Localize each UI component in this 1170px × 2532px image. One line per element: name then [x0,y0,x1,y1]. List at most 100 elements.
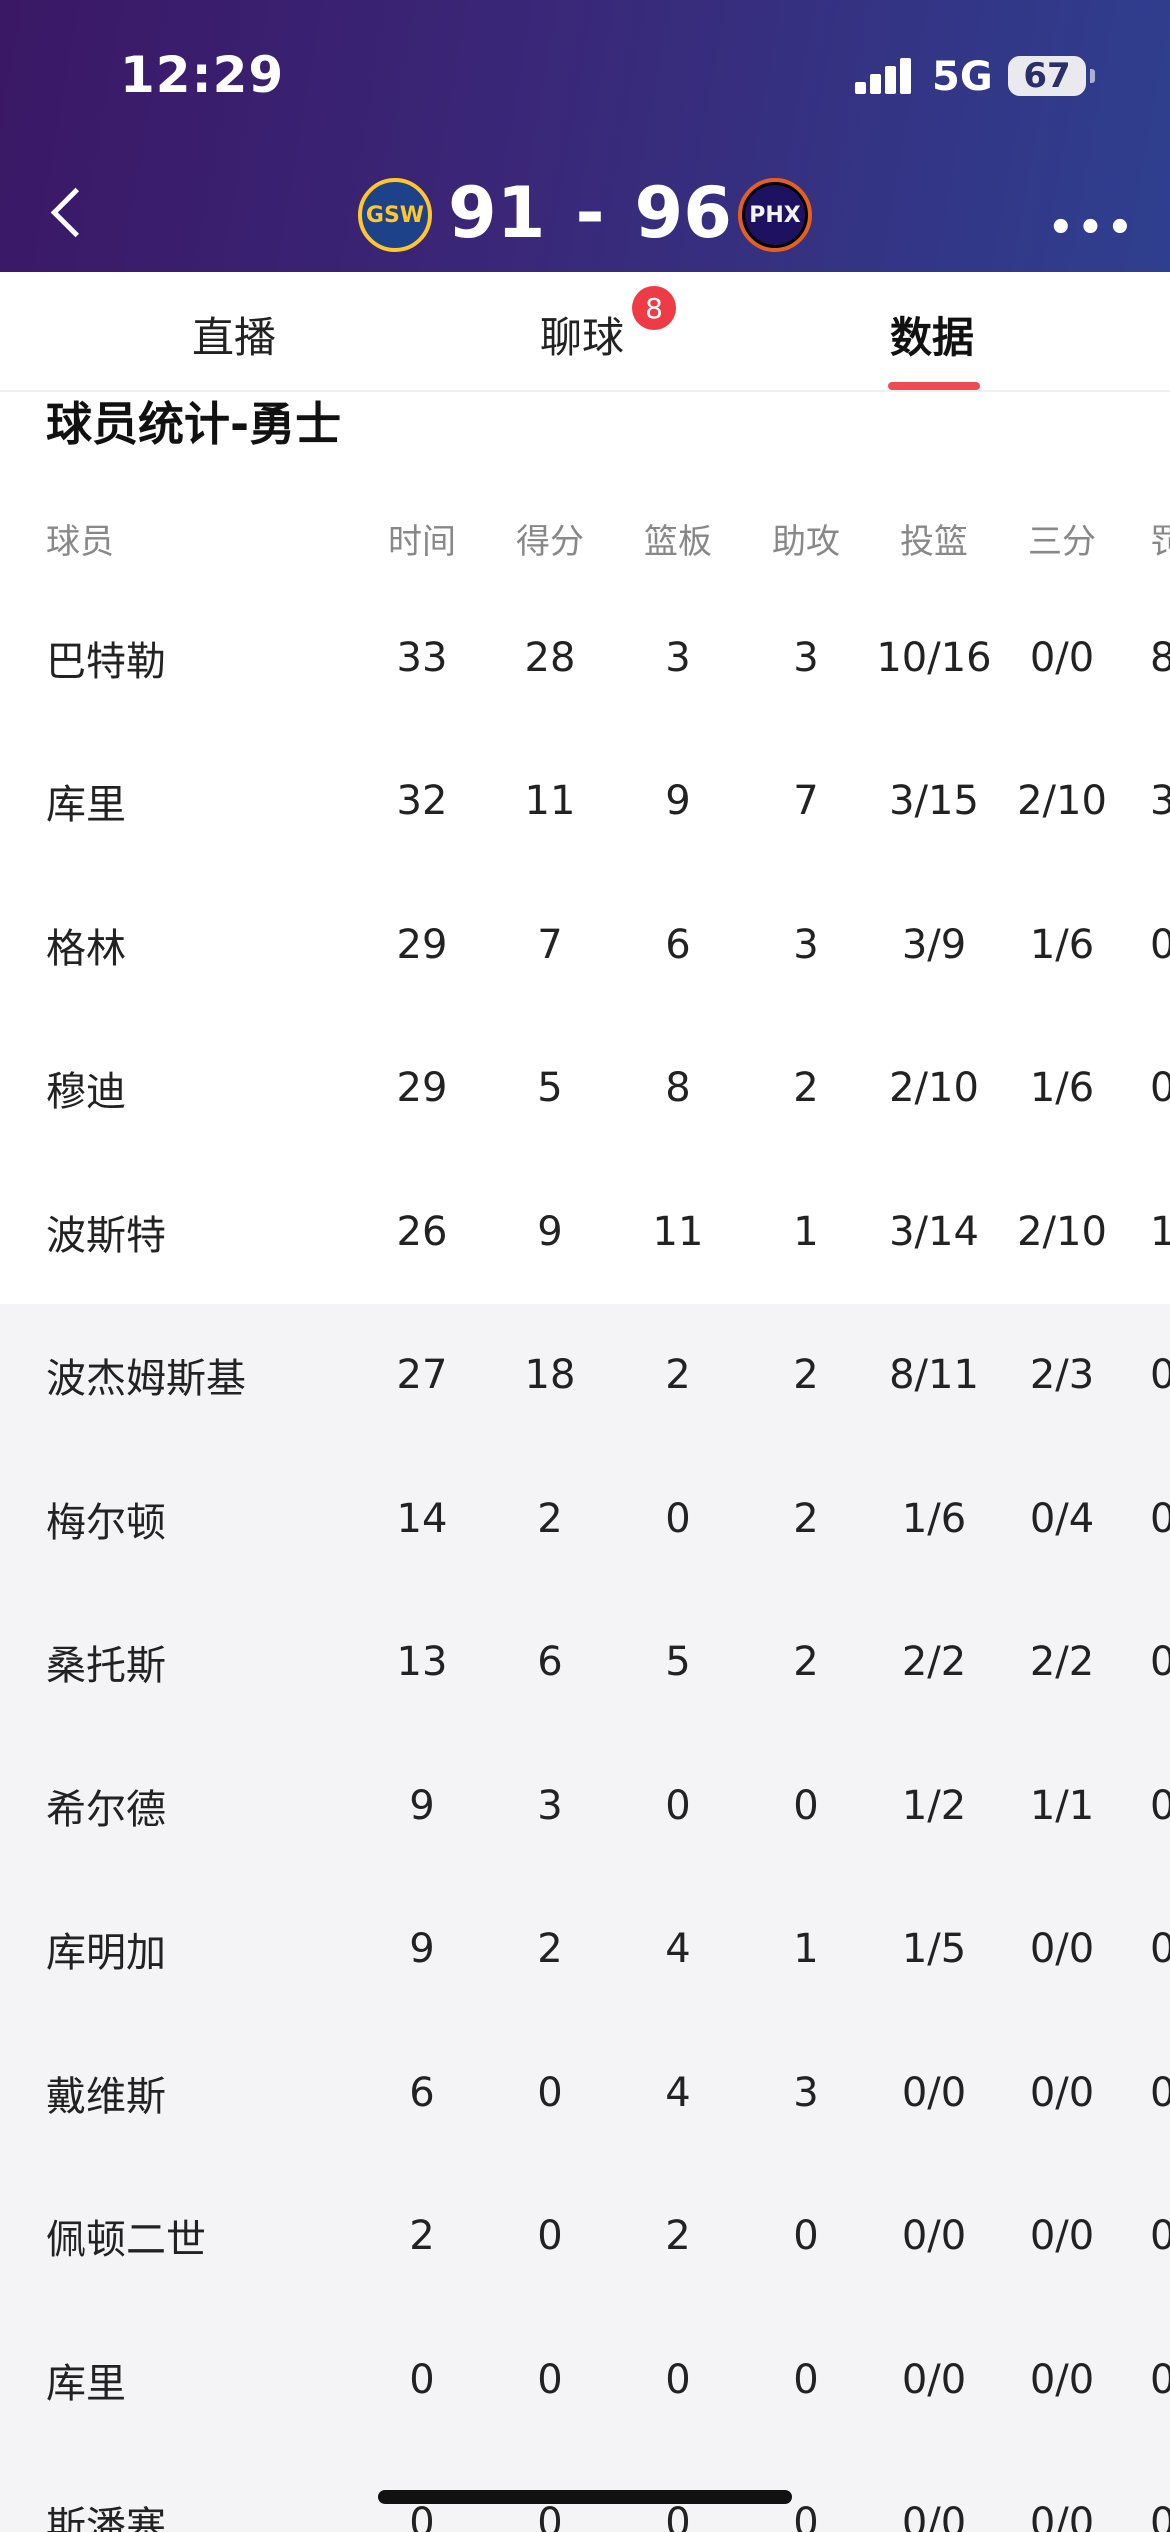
stat-cell: 1/2 [901,1782,967,1829]
stat-cell: 1/6 [1029,1065,1095,1112]
player-name[interactable]: 波斯特 [46,1160,166,1304]
tab-bar: 直播 聊球 数据 [0,272,1170,392]
header-ft: 罚 [1150,521,1170,562]
stat-cell: 0 [665,2356,691,2403]
table-row[interactable]: 格林 29 7 6 3 3/9 1/6 0 [0,873,1170,1017]
stat-cell: 7 [793,778,819,825]
player-name[interactable]: 希尔德 [46,1734,166,1878]
table-row[interactable]: 希尔德 9 3 0 0 1/2 1/1 0 [0,1734,1170,1878]
stat-cell: 2/10 [1017,1208,1107,1255]
stat-cell: 32 [396,778,448,825]
stat-cell: 9 [665,778,691,825]
stat-cell: 14 [396,1495,448,1542]
stat-cell: 3 [665,634,691,681]
stat-cell: 0 [665,1495,691,1542]
player-name[interactable]: 戴维斯 [46,2021,166,2165]
stat-cell: 1 [1150,1208,1170,1255]
table-row[interactable]: 库里 32 11 9 7 3/15 2/10 3 [0,730,1170,874]
table-row[interactable]: 梅尔顿 14 2 0 2 1/6 0/4 0 [0,1447,1170,1591]
stat-cell: 2/3 [1029,1352,1095,1399]
stat-cell: 0 [1150,2356,1170,2403]
player-name[interactable]: 穆迪 [46,1017,126,1161]
stat-cell: 3/14 [889,1208,979,1255]
stat-cell: 5 [537,1065,563,1112]
stat-cell: 2/10 [1017,778,1107,825]
player-name[interactable]: 波杰姆斯基 [46,1304,246,1448]
stat-cell: 26 [396,1208,448,1255]
table-row[interactable]: 佩顿二世 2 0 2 0 0/0 0/0 0 [0,2164,1170,2309]
table-row[interactable]: 库里 0 0 0 0 0/0 0/0 0 [0,2308,1170,2452]
stat-cell: 0 [793,1782,819,1829]
stat-cell: 5 [665,1639,691,1686]
stat-cell: 0/0 [1029,1926,1095,1973]
stat-cell: 1/5 [901,1926,967,1973]
more-icon[interactable]: ••• [1048,205,1137,251]
stat-cell: 2 [793,1065,819,1112]
home-team-logo[interactable]: GSW [358,178,432,252]
table-row[interactable]: 巴特勒 33 28 3 3 10/16 0/0 8 [0,586,1170,730]
player-name[interactable]: 格林 [46,873,126,1017]
battery-level: 67 [1023,56,1071,96]
stat-cell: 6 [409,2069,435,2116]
stat-cell: 0/0 [901,2213,967,2260]
stat-cell: 18 [524,1352,576,1399]
stat-cell: 0 [793,2213,819,2260]
table-row[interactable]: 波杰姆斯基 27 18 2 2 8/11 2/3 0 [0,1303,1170,1448]
stat-cell: 29 [396,921,448,968]
stat-cell: 3 [793,2069,819,2116]
player-name[interactable]: 库明加 [46,1878,166,2022]
back-button[interactable] [40,175,100,255]
table-row[interactable]: 库明加 9 2 4 1 1/5 0/0 0 [0,1877,1170,2022]
stat-cell: 0/0 [1029,2213,1095,2260]
player-name[interactable]: 梅尔顿 [46,1447,166,1591]
table-row[interactable]: 桑托斯 13 6 5 2 2/2 2/2 0 [0,1590,1170,1735]
stat-cell: 27 [396,1352,448,1399]
game-header: 12:29 5G 67 GSW 91-96 PHX ••• [0,0,1170,272]
player-name[interactable]: 桑托斯 [46,1591,166,1735]
away-team-logo[interactable]: PHX [738,178,812,252]
stat-cell: 0/0 [1029,2069,1095,2116]
stat-cell: 2 [665,2213,691,2260]
stat-cell: 28 [524,634,576,681]
stat-cell: 0 [1150,2069,1170,2116]
stat-cell: 0 [1150,921,1170,968]
table-row[interactable]: 波斯特 26 9 11 1 3/14 2/10 1 [0,1160,1170,1304]
home-indicator [378,2490,792,2504]
stat-cell: 0 [409,2356,435,2403]
stat-cell: 0/0 [901,2356,967,2403]
stat-cell: 8 [665,1065,691,1112]
table-row[interactable]: 穆迪 29 5 8 2 2/10 1/6 0 [0,1017,1170,1161]
player-name[interactable]: 库里 [46,2308,126,2452]
signal-icon [855,58,913,94]
player-name[interactable]: 巴特勒 [46,586,166,730]
player-name[interactable]: 佩顿二世 [46,2165,206,2309]
score-separator: - [575,172,605,254]
stat-cell: 0 [665,1782,691,1829]
stat-cell: 0 [793,2356,819,2403]
table-row[interactable]: 戴维斯 6 0 4 3 0/0 0/0 0 [0,2021,1170,2165]
stat-cell: 3 [793,921,819,968]
stat-cell: 9 [409,1926,435,1973]
away-score: 96 [634,172,732,254]
tab-chat[interactable]: 聊球 [540,304,624,365]
stat-cell: 0 [537,2069,563,2116]
tab-live[interactable]: 直播 [192,304,276,365]
stat-cell: 0 [1150,1495,1170,1542]
stat-cell: 0 [537,2356,563,2403]
battery-icon: 67 [1008,56,1095,96]
player-name[interactable]: 库里 [46,730,126,874]
stat-cell: 3 [537,1782,563,1829]
stat-cell: 2/10 [889,1065,979,1112]
stat-cell: 33 [396,634,448,681]
stat-cell: 0/0 [1029,2356,1095,2403]
stat-cell: 2 [793,1352,819,1399]
stat-cell: 1/6 [1029,921,1095,968]
score: 91-96 [440,172,740,254]
stat-cell: 3 [793,634,819,681]
header-rebounds: 篮板 [644,521,712,562]
chat-badge: 8 [632,286,676,330]
tab-stats[interactable]: 数据 [890,304,974,365]
player-name[interactable]: 斯潘塞 [46,2452,166,2532]
header-minutes: 时间 [388,521,456,562]
stat-cell: 6 [665,921,691,968]
